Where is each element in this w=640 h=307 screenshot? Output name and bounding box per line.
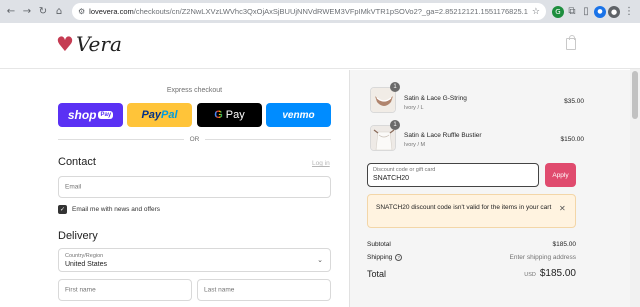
- google-pay-text: Pay: [225, 109, 245, 121]
- shop-pay-button[interactable]: shop Pay: [58, 103, 123, 127]
- divider-line: [58, 138, 184, 140]
- vera-logo[interactable]: ♥ Vera: [56, 32, 122, 56]
- item-variant: Ivory / L: [404, 105, 424, 111]
- contact-heading: Contact: [58, 156, 96, 168]
- express-checkout-label: Express checkout: [166, 87, 223, 94]
- grammarly-extension-icon[interactable]: G: [552, 5, 564, 18]
- newsletter-checkbox[interactable]: ✓: [58, 205, 67, 214]
- delivery-heading: Delivery: [58, 230, 98, 242]
- total-currency: USD: [524, 272, 536, 278]
- newsletter-label[interactable]: Email me with news and offers: [72, 205, 160, 214]
- sidebar-icon[interactable]: ▯: [580, 6, 592, 18]
- bustier-photo: [371, 126, 395, 150]
- discount-error-alert: SNATCH20 discount code isn't valid for t…: [367, 194, 576, 228]
- item-variant: Ivory / M: [404, 142, 426, 148]
- shipping-value: Enter shipping address: [509, 254, 577, 261]
- quantity-badge: 1: [390, 82, 400, 92]
- subtotal-value: $185.00: [552, 241, 577, 248]
- alert-message: SNATCH20 discount code isn't valid for t…: [376, 204, 552, 211]
- discount-label: Discount code or gift card: [373, 167, 436, 173]
- extensions-puzzle-icon[interactable]: ⧉: [566, 6, 578, 18]
- checkout-main: Express checkout shop Pay Pay Pal G Pay v…: [0, 70, 349, 307]
- country-label: Country/Region: [65, 253, 104, 259]
- country-value: United States: [65, 261, 108, 268]
- shipping-row: Shipping ? Enter shipping address: [367, 254, 576, 261]
- shopping-bag-icon[interactable]: [566, 35, 576, 50]
- chevron-down-icon: ⌄: [317, 256, 323, 264]
- g-string-photo: [371, 88, 395, 112]
- venmo-button[interactable]: venmo: [266, 103, 331, 127]
- discount-code-input[interactable]: Discount code or gift card SNATCH20: [367, 163, 539, 187]
- or-divider: OR: [58, 135, 331, 143]
- forward-icon[interactable]: →: [20, 5, 34, 19]
- shipping-label: Shipping: [367, 254, 393, 261]
- last-name-placeholder: Last name: [204, 286, 235, 294]
- subtotal-row: Subtotal $185.00: [367, 241, 576, 248]
- total-label: Total: [367, 268, 387, 279]
- vpn-extension-icon[interactable]: ●: [594, 5, 606, 18]
- total-amount-group: USD $185.00: [524, 268, 576, 279]
- email-field[interactable]: Email: [58, 176, 331, 198]
- home-icon[interactable]: ⌂: [52, 5, 66, 19]
- paypal-wordmark-part2: Pal: [161, 109, 178, 121]
- shop-pay-wordmark: shop: [67, 108, 97, 122]
- site-info-icon[interactable]: ⚙: [78, 7, 85, 16]
- browser-menu-icon[interactable]: ⋮: [622, 5, 636, 19]
- venmo-wordmark: venmo: [282, 109, 315, 121]
- heart-logo-icon: ♥: [56, 32, 74, 56]
- shipping-label-group: Shipping ?: [367, 254, 403, 261]
- first-name-field[interactable]: First name: [58, 279, 192, 301]
- total-row: Total USD $185.00: [367, 268, 576, 279]
- logo-wordmark: Vera: [75, 32, 122, 56]
- last-name-field[interactable]: Last name: [197, 279, 331, 301]
- item-name: Satin & Lace Ruffle Bustier: [404, 132, 482, 139]
- close-icon[interactable]: ✕: [559, 204, 566, 213]
- back-icon[interactable]: ←: [4, 5, 18, 19]
- discount-value: SNATCH20: [373, 175, 410, 182]
- shop-pay-badge: Pay: [98, 111, 114, 119]
- url-text: lovevera.com/checkouts/cn/Z2NwLXVzLWVhc3…: [89, 7, 528, 16]
- country-select[interactable]: Country/Region United States ⌄: [58, 248, 331, 272]
- google-pay-button[interactable]: G Pay: [197, 103, 262, 127]
- store-header: ♥ Vera: [0, 23, 640, 69]
- item-price: $35.00: [564, 98, 584, 105]
- address-bar[interactable]: ⚙ lovevera.com/checkouts/cn/Z2NwLXVzLWVh…: [72, 3, 546, 20]
- email-placeholder: Email: [65, 183, 82, 191]
- page-scrollbar[interactable]: [630, 69, 640, 307]
- item-name: Satin & Lace G-String: [404, 95, 467, 102]
- reload-icon[interactable]: ↻: [36, 5, 50, 19]
- first-name-placeholder: First name: [65, 286, 96, 294]
- browser-toolbar: ← → ↻ ⌂ ⚙ lovevera.com/checkouts/cn/Z2Nw…: [0, 0, 640, 23]
- item-price: $150.00: [560, 136, 585, 143]
- or-text: OR: [189, 135, 200, 143]
- login-link[interactable]: Log in: [312, 160, 330, 167]
- total-value: $185.00: [539, 268, 576, 279]
- scrollbar-thumb[interactable]: [632, 71, 638, 119]
- divider-line: [205, 138, 331, 140]
- subtotal-label: Subtotal: [367, 241, 391, 248]
- info-icon[interactable]: ?: [395, 254, 403, 261]
- profile-avatar-icon[interactable]: ●: [608, 5, 620, 18]
- bookmark-star-icon[interactable]: ☆: [532, 7, 540, 17]
- paypal-wordmark-part1: Pay: [141, 109, 162, 121]
- quantity-badge: 1: [390, 120, 400, 130]
- google-g-icon: G: [214, 109, 223, 121]
- paypal-button[interactable]: Pay Pal: [127, 103, 192, 127]
- apply-discount-button[interactable]: Apply: [545, 163, 576, 187]
